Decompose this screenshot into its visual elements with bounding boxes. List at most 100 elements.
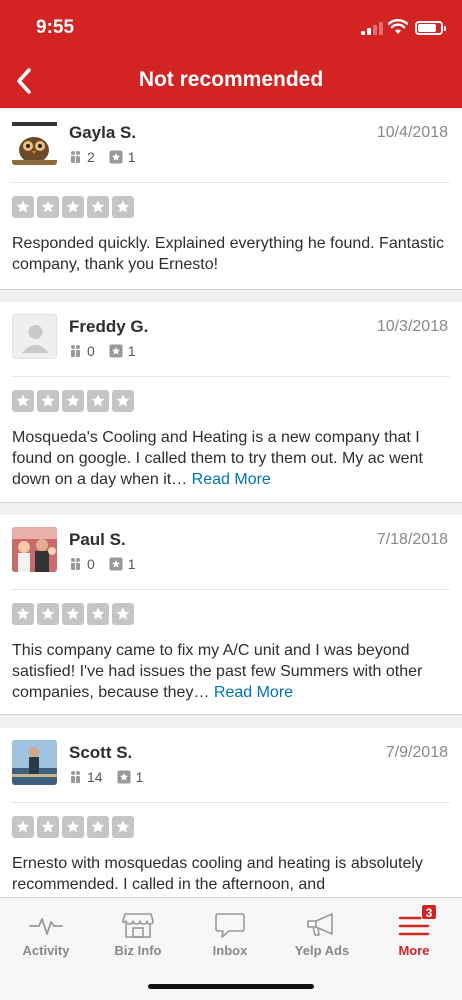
- star-icon: [112, 390, 134, 412]
- star-icon: [87, 816, 109, 838]
- friends-icon: [71, 558, 80, 570]
- user-photo-icon: [12, 527, 57, 572]
- home-indicator[interactable]: [148, 984, 314, 989]
- review-body: Responded quickly. Explained everything …: [12, 235, 444, 273]
- avatar[interactable]: [12, 527, 57, 572]
- user-photo-icon: [12, 740, 57, 785]
- friend-count: 14: [87, 769, 103, 785]
- reviewer-stats: 14 1: [69, 769, 157, 785]
- star-icon: [87, 603, 109, 625]
- status-bar: 9:55: [0, 0, 462, 56]
- tab-label: Activity: [22, 943, 70, 958]
- store-icon: [122, 913, 154, 938]
- review-header[interactable]: Freddy G. 10/3/2018 0 1: [0, 302, 462, 377]
- review-header[interactable]: Gayla S. 10/4/2018 2 1: [0, 108, 462, 183]
- star-rating: [12, 390, 134, 412]
- cellular-signal-icon: [361, 22, 383, 35]
- review-card: Scott S. 7/9/2018 14 1 Ernesto with mosq…: [0, 728, 462, 897]
- star-icon: [12, 390, 34, 412]
- review-text[interactable]: Mosqueda's Cooling and Heating is a new …: [12, 427, 450, 490]
- page-title: Not recommended: [138, 68, 324, 91]
- star-icon: [112, 196, 134, 218]
- read-more-link[interactable]: Read More: [192, 471, 271, 488]
- divider: [12, 376, 450, 377]
- review-body: Ernesto with mosquedas cooling and heati…: [12, 855, 423, 893]
- friend-count: 0: [87, 343, 95, 359]
- tab-label: More: [398, 943, 430, 958]
- star-rating: [12, 196, 134, 218]
- reviewer-stats: 0 1: [69, 343, 150, 359]
- app-header: 9:55 Not recommended: [0, 0, 462, 108]
- activity-icon: [29, 918, 63, 935]
- star-icon: [87, 390, 109, 412]
- tab-activity[interactable]: Activity: [0, 906, 92, 966]
- reviewer-name[interactable]: Gayla S.: [69, 123, 136, 143]
- review-date: 10/3/2018: [376, 318, 448, 335]
- reviewer-stats: 2 1: [69, 149, 150, 165]
- star-icon: [112, 816, 134, 838]
- review-count-icon: [109, 150, 123, 164]
- review-header[interactable]: Paul S. 7/18/2018 0 1: [0, 515, 462, 590]
- star-icon: [12, 816, 34, 838]
- star-icon: [87, 196, 109, 218]
- divider: [12, 182, 450, 183]
- tab-label: Biz Info: [114, 943, 162, 958]
- review-text[interactable]: Ernesto with mosquedas cooling and heati…: [12, 853, 450, 895]
- review-count-icon: [109, 557, 123, 571]
- owl-photo-icon: [12, 120, 57, 165]
- read-more-link[interactable]: Read More: [214, 684, 293, 701]
- star-icon: [62, 603, 84, 625]
- battery-icon: [415, 21, 446, 35]
- review-text[interactable]: This company came to fix my A/C unit and…: [12, 640, 450, 703]
- friends-icon: [71, 345, 80, 357]
- review-count-icon: [109, 344, 123, 358]
- friends-icon: [71, 771, 80, 783]
- review-count: 1: [127, 556, 136, 572]
- tab-label: Inbox: [212, 943, 248, 958]
- avatar[interactable]: [12, 740, 57, 785]
- review-count: 1: [127, 149, 136, 165]
- divider: [12, 589, 450, 590]
- friend-count: 0: [87, 556, 95, 572]
- reviewer-name[interactable]: Scott S.: [69, 743, 132, 763]
- review-count: 1: [127, 343, 136, 359]
- divider: [12, 802, 450, 803]
- reviewer-name[interactable]: Freddy G.: [69, 317, 148, 337]
- review-date: 10/4/2018: [376, 124, 448, 141]
- reviewer-name[interactable]: Paul S.: [69, 530, 126, 550]
- notification-badge: 3: [421, 904, 437, 920]
- review-card: Paul S. 7/18/2018 0 1 This company came …: [0, 515, 462, 715]
- friends-icon: [71, 151, 80, 163]
- tab-label: Yelp Ads: [294, 943, 350, 958]
- tab-biz-info[interactable]: Biz Info: [92, 906, 184, 966]
- star-rating: [12, 816, 134, 838]
- star-icon: [37, 816, 59, 838]
- star-icon: [37, 390, 59, 412]
- tab-more[interactable]: 3 More: [368, 904, 460, 966]
- avatar[interactable]: [12, 314, 57, 359]
- star-icon: [37, 196, 59, 218]
- review-date: 7/9/2018: [385, 744, 448, 761]
- star-icon: [12, 603, 34, 625]
- default-user-icon: [22, 325, 49, 353]
- tab-yelp-ads[interactable]: Yelp Ads: [276, 906, 368, 966]
- star-icon: [112, 603, 134, 625]
- review-card: Freddy G. 10/3/2018 0 1 Mosqueda's Cooli…: [0, 302, 462, 503]
- review-card: Gayla S. 10/4/2018 2 1 Responded quickly…: [0, 108, 462, 290]
- review-date: 7/18/2018: [376, 531, 448, 548]
- megaphone-icon: [307, 913, 333, 936]
- star-icon: [37, 603, 59, 625]
- tab-inbox[interactable]: Inbox: [184, 906, 276, 966]
- chat-bubble-icon: [215, 913, 245, 938]
- status-time: 9:55: [36, 17, 75, 38]
- review-header[interactable]: Scott S. 7/9/2018 14 1: [0, 728, 462, 803]
- review-text[interactable]: Responded quickly. Explained everything …: [12, 233, 450, 275]
- star-icon: [62, 390, 84, 412]
- wifi-icon: [388, 19, 408, 34]
- star-icon: [62, 816, 84, 838]
- star-rating: [12, 603, 134, 625]
- review-list[interactable]: Gayla S. 10/4/2018 2 1 Responded quickly…: [0, 108, 462, 897]
- review-count-icon: [117, 770, 131, 784]
- reviewer-stats: 0 1: [69, 556, 150, 572]
- avatar[interactable]: [12, 120, 57, 165]
